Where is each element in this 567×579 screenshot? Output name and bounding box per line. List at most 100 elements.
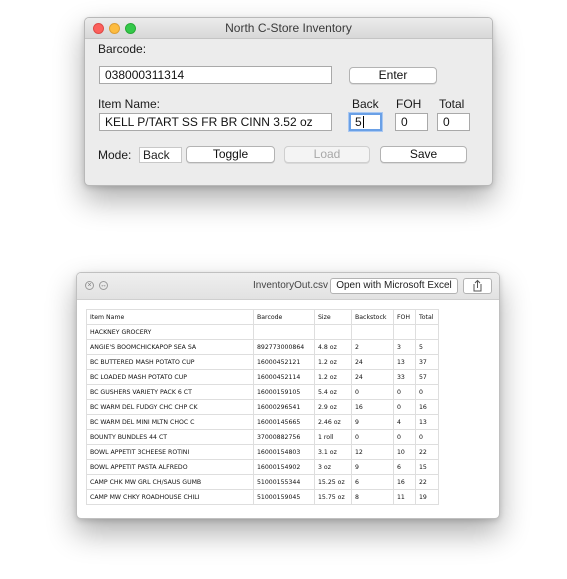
table-row: BC WARM DEL MINI MLTN CHOC C 16000145665 2… — [86, 414, 439, 430]
table-cell: 15.75 oz — [314, 489, 352, 505]
table-cell: 0 — [393, 399, 416, 415]
foh-label: FOH — [396, 97, 422, 111]
table-cell: 1.2 oz — [314, 369, 352, 385]
table-cell: 51000155344 — [253, 474, 315, 490]
table-cell: 9 — [351, 414, 394, 430]
close-icon[interactable]: × — [85, 281, 94, 290]
table-cell: 0 — [351, 384, 394, 400]
table-cell: 16000154803 — [253, 444, 315, 460]
table-cell: 16000159105 — [253, 384, 315, 400]
table-row: BC GUSHERS VARIETY PACK 6 CT 16000159105 5… — [86, 384, 439, 400]
table-cell: BC GUSHERS VARIETY PACK 6 CT — [86, 384, 254, 400]
table-cell: 22 — [415, 444, 439, 460]
table-cell: 57 — [415, 369, 439, 385]
table-cell: 19 — [415, 489, 439, 505]
table-cell: 33 — [393, 369, 416, 385]
table-cell: 10 — [393, 444, 416, 460]
table-cell: 2 — [351, 339, 394, 355]
table-cell: 51000159045 — [253, 489, 315, 505]
column-header: Total — [415, 309, 439, 325]
mode-value: Back — [139, 147, 182, 163]
table-cell: BC WARM DEL FUDGY CHC CHP CK — [86, 399, 254, 415]
total-count-input[interactable]: 0 — [437, 113, 470, 131]
table-cell: CAMP CHK MW GRL CH/SAUS GUMB — [86, 474, 254, 490]
mode-label: Mode: — [98, 148, 132, 162]
table-row: BC WARM DEL FUDGY CHC CHP CK 16000296541 2… — [86, 399, 439, 415]
table-cell: 3 oz — [314, 459, 352, 475]
table-cell: 0 — [393, 429, 416, 445]
table-cell — [393, 324, 416, 340]
column-header: FOH — [393, 309, 416, 325]
load-button[interactable]: Load — [284, 146, 370, 163]
barcode-label: Barcode: — [98, 42, 147, 56]
table-cell: 16000154902 — [253, 459, 315, 475]
table-cell: 1.2 oz — [314, 354, 352, 370]
preview-titlebar: × ↔ InventoryOut.csv Open with Microsoft… — [77, 273, 499, 300]
table-row: BOWL APPETIT 3CHEESE ROTINI 16000154803 3.… — [86, 444, 439, 460]
window-titlebar: North C-Store Inventory — [85, 18, 492, 39]
table-cell: 8 — [351, 489, 394, 505]
table-cell: 9 — [351, 459, 394, 475]
table-cell: 16 — [415, 399, 439, 415]
table-cell: 16 — [393, 474, 416, 490]
csv-table: Item Name Barcode Size Backstock FOH Tot… — [86, 309, 439, 505]
column-header: Barcode — [253, 309, 315, 325]
table-cell: 0 — [415, 429, 439, 445]
back-count-value: 5 — [355, 115, 362, 129]
share-button[interactable] — [463, 278, 492, 294]
table-row: CAMP MW CHKY ROADHOUSE CHILI 51000159045 1… — [86, 489, 439, 505]
back-label: Back — [352, 97, 379, 111]
table-cell: 5 — [415, 339, 439, 355]
table-cell: 13 — [393, 354, 416, 370]
table-cell: 2.46 oz — [314, 414, 352, 430]
table-cell: 22 — [415, 474, 439, 490]
column-header: Backstock — [351, 309, 394, 325]
foh-count-input[interactable]: 0 — [395, 113, 428, 131]
table-row: HACKNEY GROCERY — [86, 324, 439, 340]
table-cell: 16000296541 — [253, 399, 315, 415]
table-cell: 11 — [393, 489, 416, 505]
table-cell: 16 — [351, 399, 394, 415]
back-count-input[interactable]: 5 — [349, 113, 382, 131]
table-cell: 16000452121 — [253, 354, 315, 370]
window-title: North C-Store Inventory — [225, 21, 352, 35]
table-cell: BC WARM DEL MINI MLTN CHOC C — [86, 414, 254, 430]
text-caret — [362, 116, 364, 128]
fullscreen-icon[interactable]: ↔ — [99, 281, 108, 290]
table-row: ANGIE'S BOOMCHICKAPOP SEA SA 892773000864… — [86, 339, 439, 355]
table-cell: BOWL APPETIT PASTA ALFREDO — [86, 459, 254, 475]
table-cell: 15 — [415, 459, 439, 475]
table-cell: 4 — [393, 414, 416, 430]
table-cell: 6 — [393, 459, 416, 475]
table-cell — [415, 324, 439, 340]
toggle-button[interactable]: Toggle — [186, 146, 275, 163]
table-cell: 13 — [415, 414, 439, 430]
table-cell: BOUNTY BUNDLES 44 CT — [86, 429, 254, 445]
table-cell: 15.25 oz — [314, 474, 352, 490]
column-header: Item Name — [86, 309, 254, 325]
table-cell: HACKNEY GROCERY — [86, 324, 254, 340]
preview-filename: InventoryOut.csv — [253, 280, 329, 291]
open-with-excel-button[interactable]: Open with Microsoft Excel — [330, 278, 458, 294]
enter-button[interactable]: Enter — [349, 67, 437, 84]
table-cell: 37000882756 — [253, 429, 315, 445]
table-cell — [351, 324, 394, 340]
header-row: Item Name Barcode Size Backstock FOH Tot… — [86, 309, 439, 325]
table-row: BC BUTTERED MASH POTATO CUP 16000452121 1.… — [86, 354, 439, 370]
table-cell: 2.9 oz — [314, 399, 352, 415]
item-name-input[interactable]: KELL P/TART SS FR BR CINN 3.52 oz — [99, 113, 332, 131]
table-cell: 16000145665 — [253, 414, 315, 430]
save-button[interactable]: Save — [380, 146, 467, 163]
share-icon — [473, 279, 482, 292]
table-cell: 12 — [351, 444, 394, 460]
table-cell: ANGIE'S BOOMCHICKAPOP SEA SA — [86, 339, 254, 355]
item-name-label: Item Name: — [98, 97, 161, 111]
table-cell: 24 — [351, 369, 394, 385]
table-cell: BOWL APPETIT 3CHEESE ROTINI — [86, 444, 254, 460]
barcode-input[interactable]: 038000311314 — [99, 66, 332, 84]
table-cell: 24 — [351, 354, 394, 370]
inventory-window: North C-Store Inventory Barcode: 0380003… — [84, 17, 493, 186]
total-label: Total — [439, 97, 465, 111]
table-cell — [314, 324, 352, 340]
csv-preview-window: × ↔ InventoryOut.csv Open with Microsoft… — [76, 272, 500, 519]
